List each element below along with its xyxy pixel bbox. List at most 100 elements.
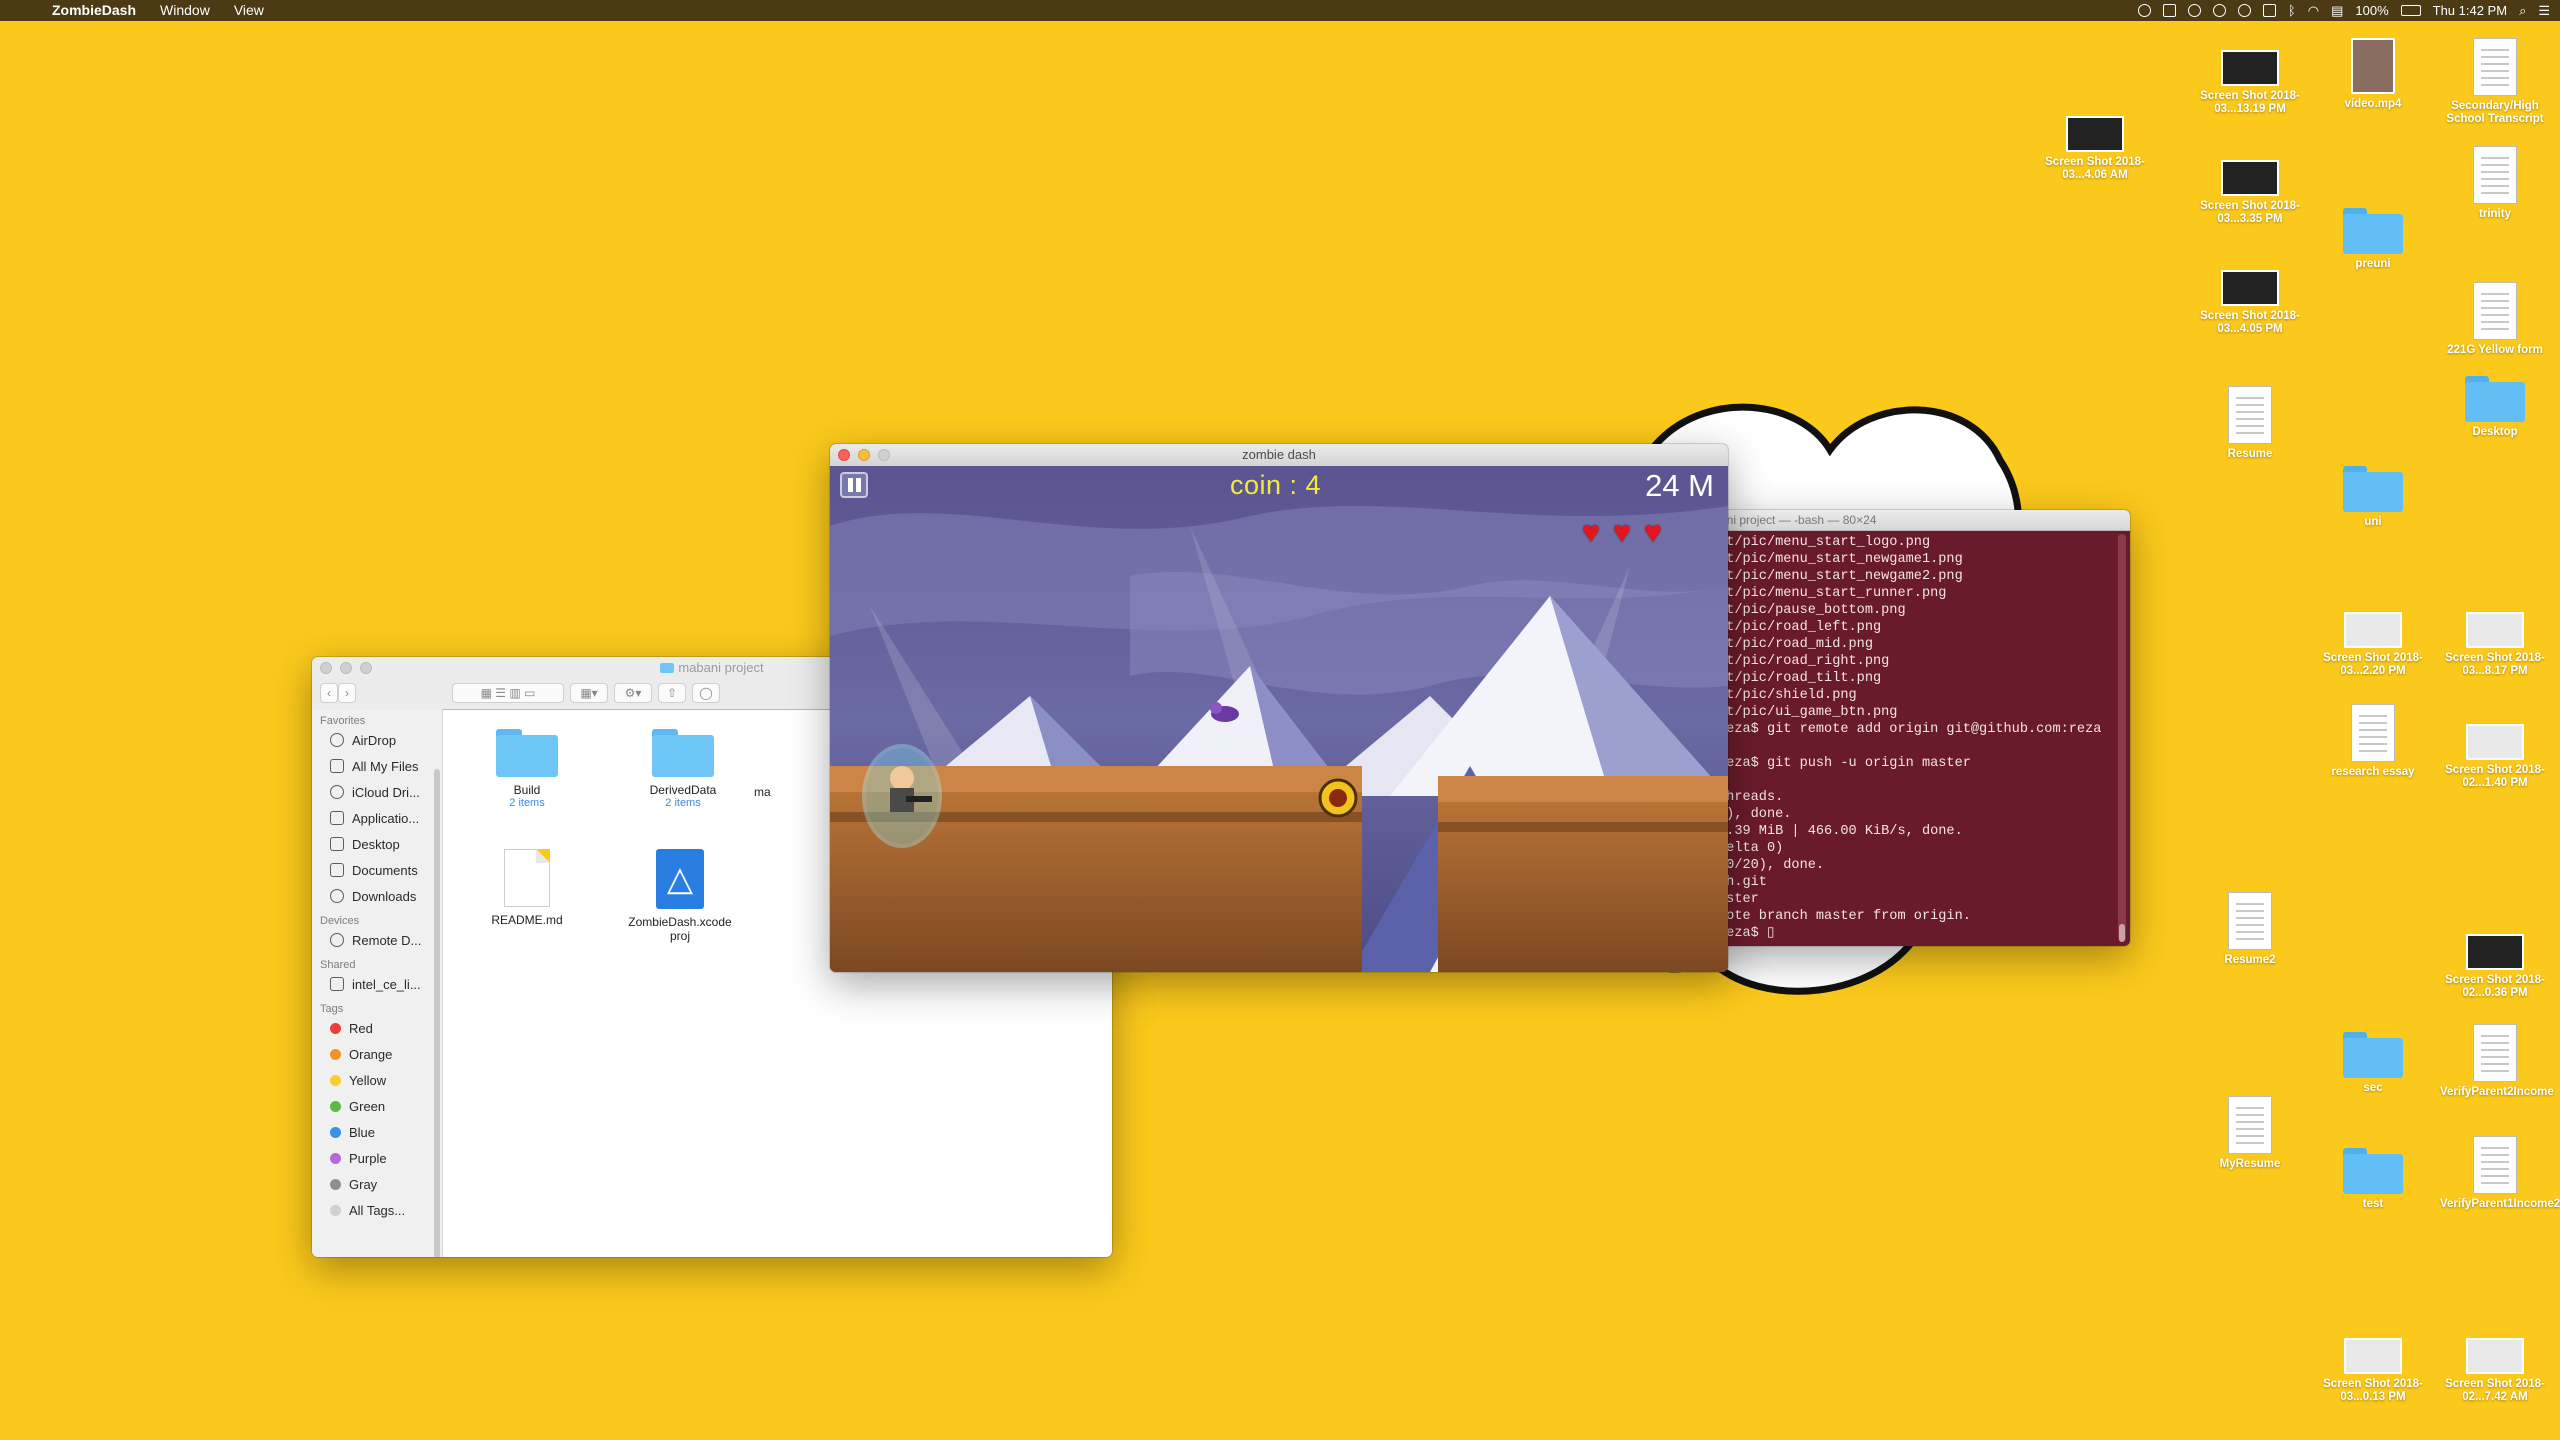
battery-icon [2400, 5, 2421, 16]
file-item-xcodeproj[interactable]: △ ZombieDash.xcode proj [618, 849, 742, 943]
display-icon[interactable] [2262, 4, 2276, 17]
forward-button[interactable]: › [338, 683, 356, 703]
folder-icon [660, 663, 675, 673]
desktop-icon-item[interactable]: Screen Shot 2018-03...4.06 AM [2040, 108, 2150, 182]
folder-item-partial[interactable]: ma [754, 785, 814, 799]
desktop-icon-item[interactable]: Screen Shot 2018-02...7.42 AM [2440, 1330, 2550, 1404]
battery-percent[interactable]: 100% [2355, 3, 2388, 18]
desktop-icon-item[interactable]: Desktop [2440, 376, 2550, 439]
sidebar-tag-blue[interactable]: Blue [312, 1119, 442, 1145]
terminal-window[interactable]: ani project — -bash — 80×24 ct/pic/menu_… [1712, 510, 2130, 946]
desktop-icon-item[interactable]: trinity [2440, 146, 2550, 221]
printer-icon[interactable] [2162, 4, 2176, 17]
desktop-icon-label: Resume2 [2224, 954, 2276, 966]
desktop-icon-label: Screen Shot 2018-03...4.05 PM [2200, 310, 2300, 335]
menu-window[interactable]: Window [148, 0, 222, 21]
menu-view[interactable]: View [222, 0, 276, 21]
desktop-icon-item[interactable]: 221G Yellow form [2440, 282, 2550, 357]
file-item-readme[interactable]: README.md [462, 849, 592, 927]
flag-icon[interactable]: ▤ [2331, 3, 2343, 19]
sidebar-item-all-my-files[interactable]: All My Files [312, 753, 442, 779]
view-mode-switcher[interactable]: ▦ ☰ ▥ ▭ [452, 683, 564, 703]
sidebar-tag-green[interactable]: Green [312, 1093, 442, 1119]
terminal-output[interactable]: ct/pic/menu_start_logo.png ct/pic/menu_st… [1718, 534, 2114, 942]
desktop-icon-item[interactable]: sec [2318, 1032, 2428, 1095]
terminal-line: reza$ git remote add origin git@github.c… [1718, 722, 2102, 737]
desktop-icon-item[interactable]: Screen Shot 2018-02...1.40 PM [2440, 716, 2550, 790]
desktop-icon-item[interactable]: VerifyParent2Income [2440, 1024, 2554, 1099]
folder-item-build[interactable]: Build 2 items [462, 729, 592, 809]
sidebar-tag-alltags[interactable]: All Tags... [312, 1197, 442, 1223]
game-titlebar[interactable]: zombie dash [830, 444, 1728, 467]
sidebar-item-applications[interactable]: Applicatio... [312, 805, 442, 831]
desktop-icon-label: Resume [2227, 448, 2273, 460]
desktop-icon-item[interactable]: research essay [2318, 704, 2428, 779]
sidebar-item-shared-computer[interactable]: intel_ce_li... [312, 971, 442, 997]
desktop-icon-item[interactable]: Screen Shot 2018-03...13.19 PM [2195, 42, 2305, 116]
desktop-icon-label: MyResume [2219, 1158, 2281, 1170]
bluetooth-icon[interactable]: ᛒ [2288, 3, 2296, 18]
sync-icon[interactable] [2237, 4, 2251, 17]
sidebar-tag-yellow[interactable]: Yellow [312, 1067, 442, 1093]
desktop-icon-item[interactable]: Screen Shot 2018-02...0.36 PM [2440, 926, 2550, 1000]
clock[interactable]: Thu 1:42 PM [2433, 3, 2507, 18]
folder-icon [652, 729, 714, 777]
scroll-thumb[interactable] [2119, 924, 2125, 942]
terminal-titlebar[interactable]: ani project — -bash — 80×24 [1712, 510, 2130, 531]
terminal-line: delta 0) [1718, 841, 1784, 856]
desktop-icon [330, 837, 344, 851]
terminal-scrollbar[interactable] [2118, 534, 2126, 942]
desktop-icon-item[interactable]: Screen Shot 2018-03...8.17 PM [2440, 604, 2550, 678]
desktop-icon-item[interactable]: video.mp4 [2318, 38, 2428, 111]
sidebar-header-favorites: Favorites [320, 715, 366, 727]
folder-item-deriveddata[interactable]: DerivedData 2 items [618, 729, 748, 809]
action-gear-button[interactable]: ⚙▾ [614, 683, 652, 703]
sidebar-item-downloads[interactable]: Downloads [312, 883, 442, 909]
wifi-icon[interactable]: ◠ [2308, 3, 2319, 19]
folder-icon [496, 729, 558, 777]
menu-app-name[interactable]: ZombieDash [38, 0, 148, 21]
desktop-icon-item[interactable]: MyResume [2195, 1096, 2305, 1171]
sidebar-tag-red[interactable]: Red [312, 1015, 442, 1041]
game-window[interactable]: zombie dash coin: 4 24 M ♥ ♥ ♥ [830, 444, 1728, 972]
tag-button[interactable]: ◯ [692, 683, 720, 703]
desktop-icon-item[interactable]: Screen Shot 2018-03...2.20 PM [2318, 604, 2428, 678]
desktop-icon-item[interactable]: preuni [2318, 208, 2428, 271]
sidebar-item-icloud[interactable]: iCloud Dri... [312, 779, 442, 805]
desktop-icon-item[interactable]: test [2318, 1148, 2428, 1211]
sidebar-scrollbar[interactable] [434, 769, 440, 1257]
desktop-icon-label: Screen Shot 2018-02...0.36 PM [2445, 974, 2545, 999]
desktop-icon-item[interactable]: Screen Shot 2018-03...3.35 PM [2195, 152, 2305, 226]
pause-button[interactable] [840, 472, 868, 498]
sidebar-tag-gray[interactable]: Gray [312, 1171, 442, 1197]
desktop-icon-item[interactable]: uni [2318, 466, 2428, 529]
status-app-icon[interactable] [2137, 4, 2151, 17]
brightness-icon[interactable] [2212, 4, 2226, 17]
heart-icon: ♥ [1582, 516, 1600, 549]
sidebar-tag-purple[interactable]: Purple [312, 1145, 442, 1171]
sidebar-item-remote-disc[interactable]: Remote D... [312, 927, 442, 953]
terminal-line: ct/pic/shield.png [1718, 688, 1857, 703]
desktop-icon-item[interactable]: Resume2 [2195, 892, 2305, 967]
desktop-icon-item[interactable]: VerifyParent1Income2016 [2440, 1136, 2560, 1211]
sidebar-tag-orange[interactable]: Orange [312, 1041, 442, 1067]
sidebar-item-desktop[interactable]: Desktop [312, 831, 442, 857]
share-button[interactable]: ⇧ [658, 683, 686, 703]
sidebar-item-documents[interactable]: Documents [312, 857, 442, 883]
back-button[interactable]: ‹ [320, 683, 338, 703]
sidebar-header-devices: Devices [320, 915, 360, 927]
screenshot-thumbnail-icon [2344, 1338, 2402, 1374]
crosshair-icon[interactable] [2187, 4, 2201, 17]
desktop-icon-label: preuni [2355, 258, 2391, 270]
arrange-button[interactable]: ▦▾ [570, 683, 608, 703]
desktop-icon-item[interactable]: Screen Shot 2018-03...0.13 PM [2318, 1330, 2428, 1404]
sidebar-item-airdrop[interactable]: AirDrop [312, 727, 442, 753]
spotlight-icon[interactable]: ⌕ [2519, 3, 2526, 19]
tag-color-dot [330, 1022, 341, 1034]
desktop-icon-label: sec [2363, 1082, 2383, 1094]
terminal-line: ct/pic/road_left.png [1718, 620, 1882, 635]
desktop-icon-item[interactable]: Secondary/High School Transcript [2440, 38, 2550, 126]
desktop-icon-item[interactable]: Resume [2195, 386, 2305, 461]
desktop-icon-item[interactable]: Screen Shot 2018-03...4.05 PM [2195, 262, 2305, 336]
notification-center-icon[interactable]: ☰ [2538, 3, 2550, 19]
